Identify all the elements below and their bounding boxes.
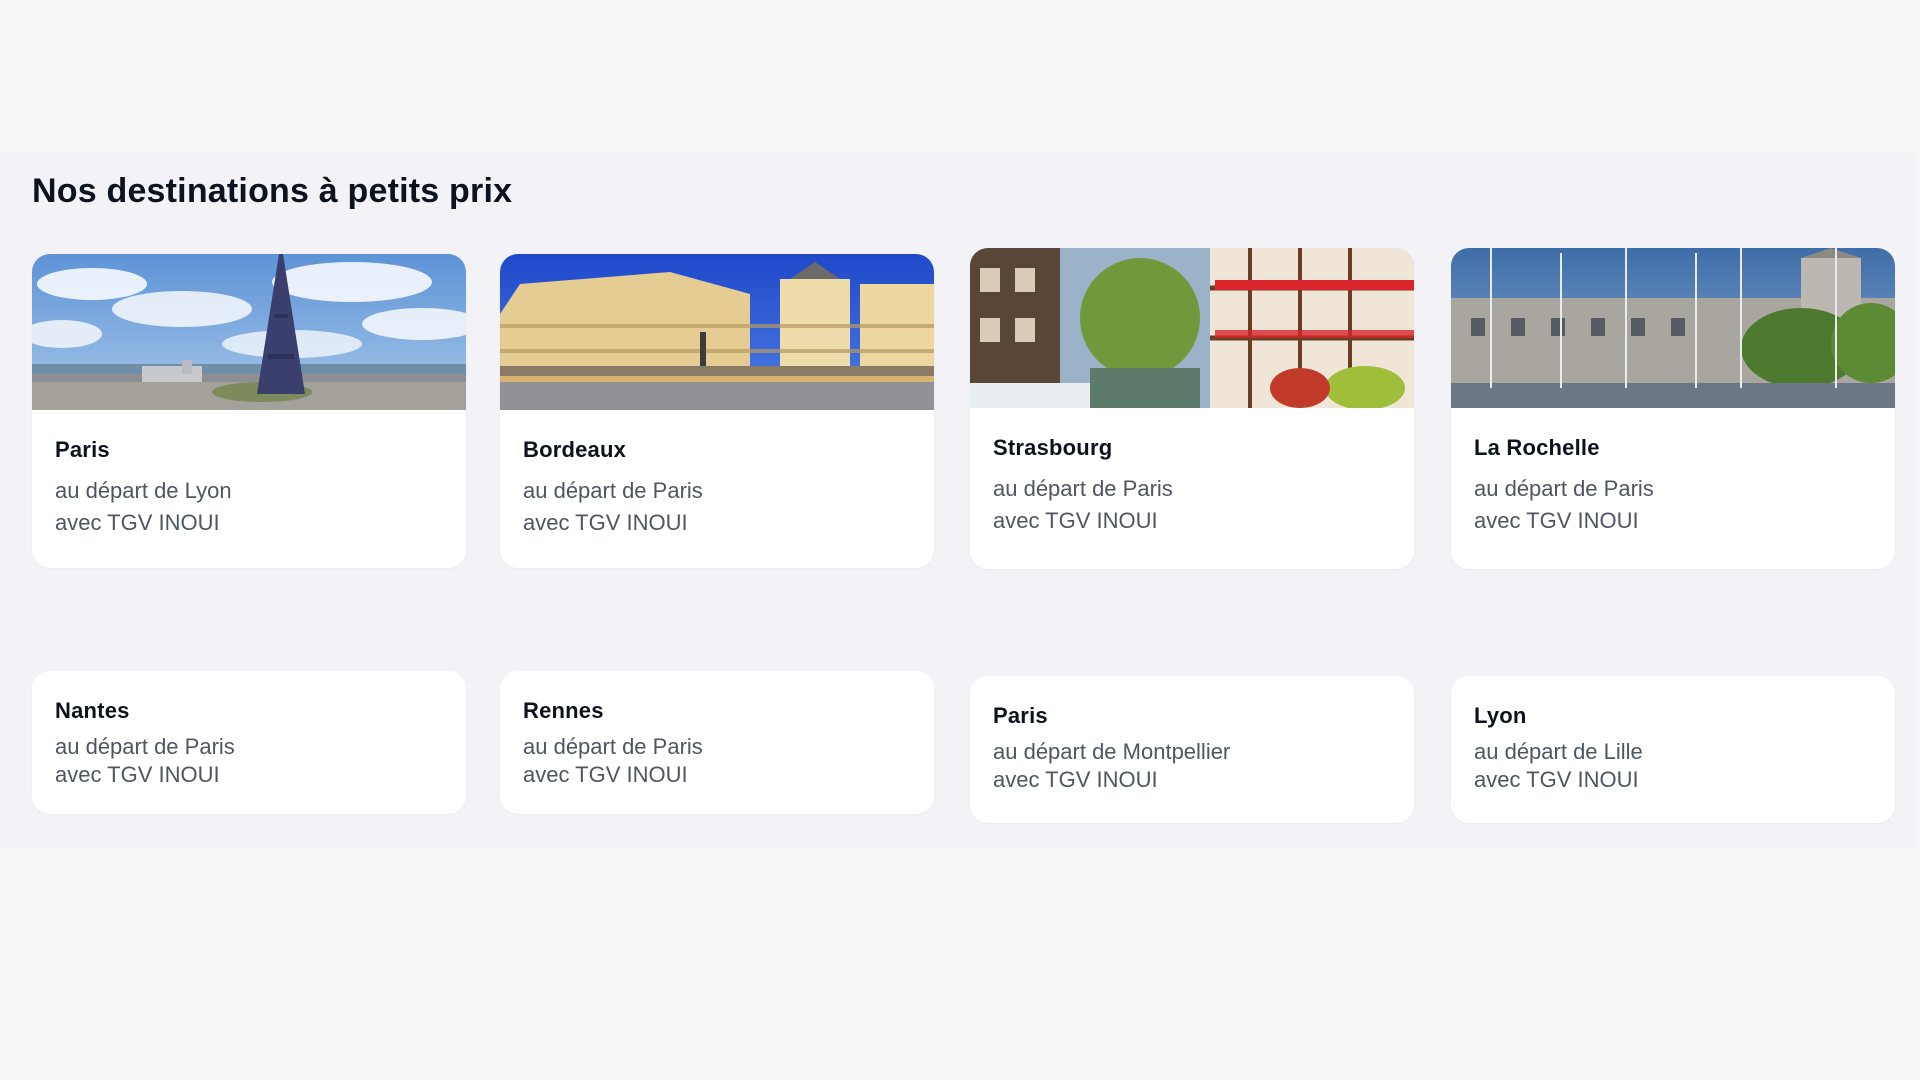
card-city: Paris (993, 703, 1048, 728)
card-departure: au départ de Paris (1474, 476, 1654, 501)
destination-card-paris-from-lyon[interactable]: Paris au départ de Lyon avec TGV INOUI (32, 254, 466, 568)
card-service: avec TGV INOUI (523, 762, 688, 787)
paris-eiffel-tower-photo (32, 254, 466, 410)
strasbourg-petite-france-photo (970, 248, 1414, 408)
card-city: La Rochelle (1474, 435, 1600, 460)
card-service: avec TGV INOUI (993, 508, 1158, 533)
card-city: Rennes (523, 698, 604, 723)
destination-card-rennes-from-paris[interactable]: Rennes au départ de Paris avec TGV INOUI (500, 671, 934, 814)
destination-card-la-rochelle-from-paris[interactable]: La Rochelle au départ de Paris avec TGV … (1451, 248, 1895, 569)
card-city: Paris (55, 437, 110, 462)
card-city: Lyon (1474, 703, 1527, 728)
card-service: avec TGV INOUI (1474, 508, 1639, 533)
la-rochelle-harbour-photo (1451, 248, 1895, 408)
card-departure: au départ de Paris (523, 734, 703, 759)
destination-card-paris-from-montpellier[interactable]: Paris au départ de Montpellier avec TGV … (970, 676, 1414, 823)
card-departure: au départ de Paris (523, 478, 703, 503)
card-service: avec TGV INOUI (55, 510, 220, 535)
destination-card-lyon-from-lille[interactable]: Lyon au départ de Lille avec TGV INOUI (1451, 676, 1895, 823)
card-departure: au départ de Paris (55, 734, 235, 759)
destination-card-strasbourg-from-paris[interactable]: Strasbourg au départ de Paris avec TGV I… (970, 248, 1414, 569)
bordeaux-place-de-la-bourse-photo (500, 254, 934, 410)
card-departure: au départ de Lyon (55, 478, 232, 503)
card-departure: au départ de Lille (1474, 739, 1643, 764)
section-title: Nos destinations à petits prix (32, 172, 513, 210)
card-city: Nantes (55, 698, 130, 723)
destination-card-bordeaux-from-paris[interactable]: Bordeaux au départ de Paris avec TGV INO… (500, 254, 934, 568)
card-departure: au départ de Paris (993, 476, 1173, 501)
card-service: avec TGV INOUI (523, 510, 688, 535)
card-departure: au départ de Montpellier (993, 739, 1231, 764)
destination-card-nantes-from-paris[interactable]: Nantes au départ de Paris avec TGV INOUI (32, 671, 466, 814)
card-service: avec TGV INOUI (993, 767, 1158, 792)
card-service: avec TGV INOUI (55, 762, 220, 787)
card-city: Strasbourg (993, 435, 1113, 460)
card-service: avec TGV INOUI (1474, 767, 1639, 792)
card-city: Bordeaux (523, 437, 627, 462)
